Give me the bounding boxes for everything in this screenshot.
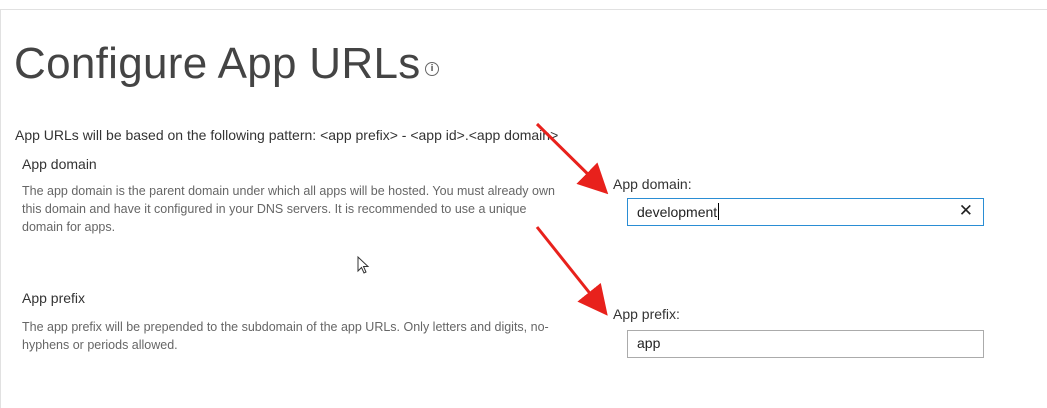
app-domain-label: App domain: — [613, 176, 692, 192]
page-left-border — [0, 9, 1, 408]
mouse-cursor-icon — [357, 255, 370, 274]
app-domain-heading: App domain — [22, 156, 97, 172]
info-icon[interactable]: i — [425, 62, 439, 76]
app-prefix-input[interactable]: app — [627, 330, 984, 358]
app-domain-input[interactable]: development ✕ — [627, 198, 984, 226]
close-icon[interactable]: ✕ — [959, 201, 973, 221]
text-caret — [718, 203, 720, 220]
app-prefix-description: The app prefix will be prepended to the … — [22, 320, 549, 352]
app-prefix-input-value: app — [637, 335, 661, 351]
app-prefix-label: App prefix: — [613, 306, 680, 322]
app-domain-input-value: development — [637, 203, 720, 220]
app-domain-description: The app domain is the parent domain unde… — [22, 184, 555, 234]
page-top-border — [0, 9, 1047, 10]
annotation-arrow-2 — [535, 226, 608, 316]
page-title: Configure App URLs — [14, 39, 421, 88]
url-pattern-text: App URLs will be based on the following … — [15, 127, 559, 143]
app-prefix-heading: App prefix — [22, 290, 86, 306]
